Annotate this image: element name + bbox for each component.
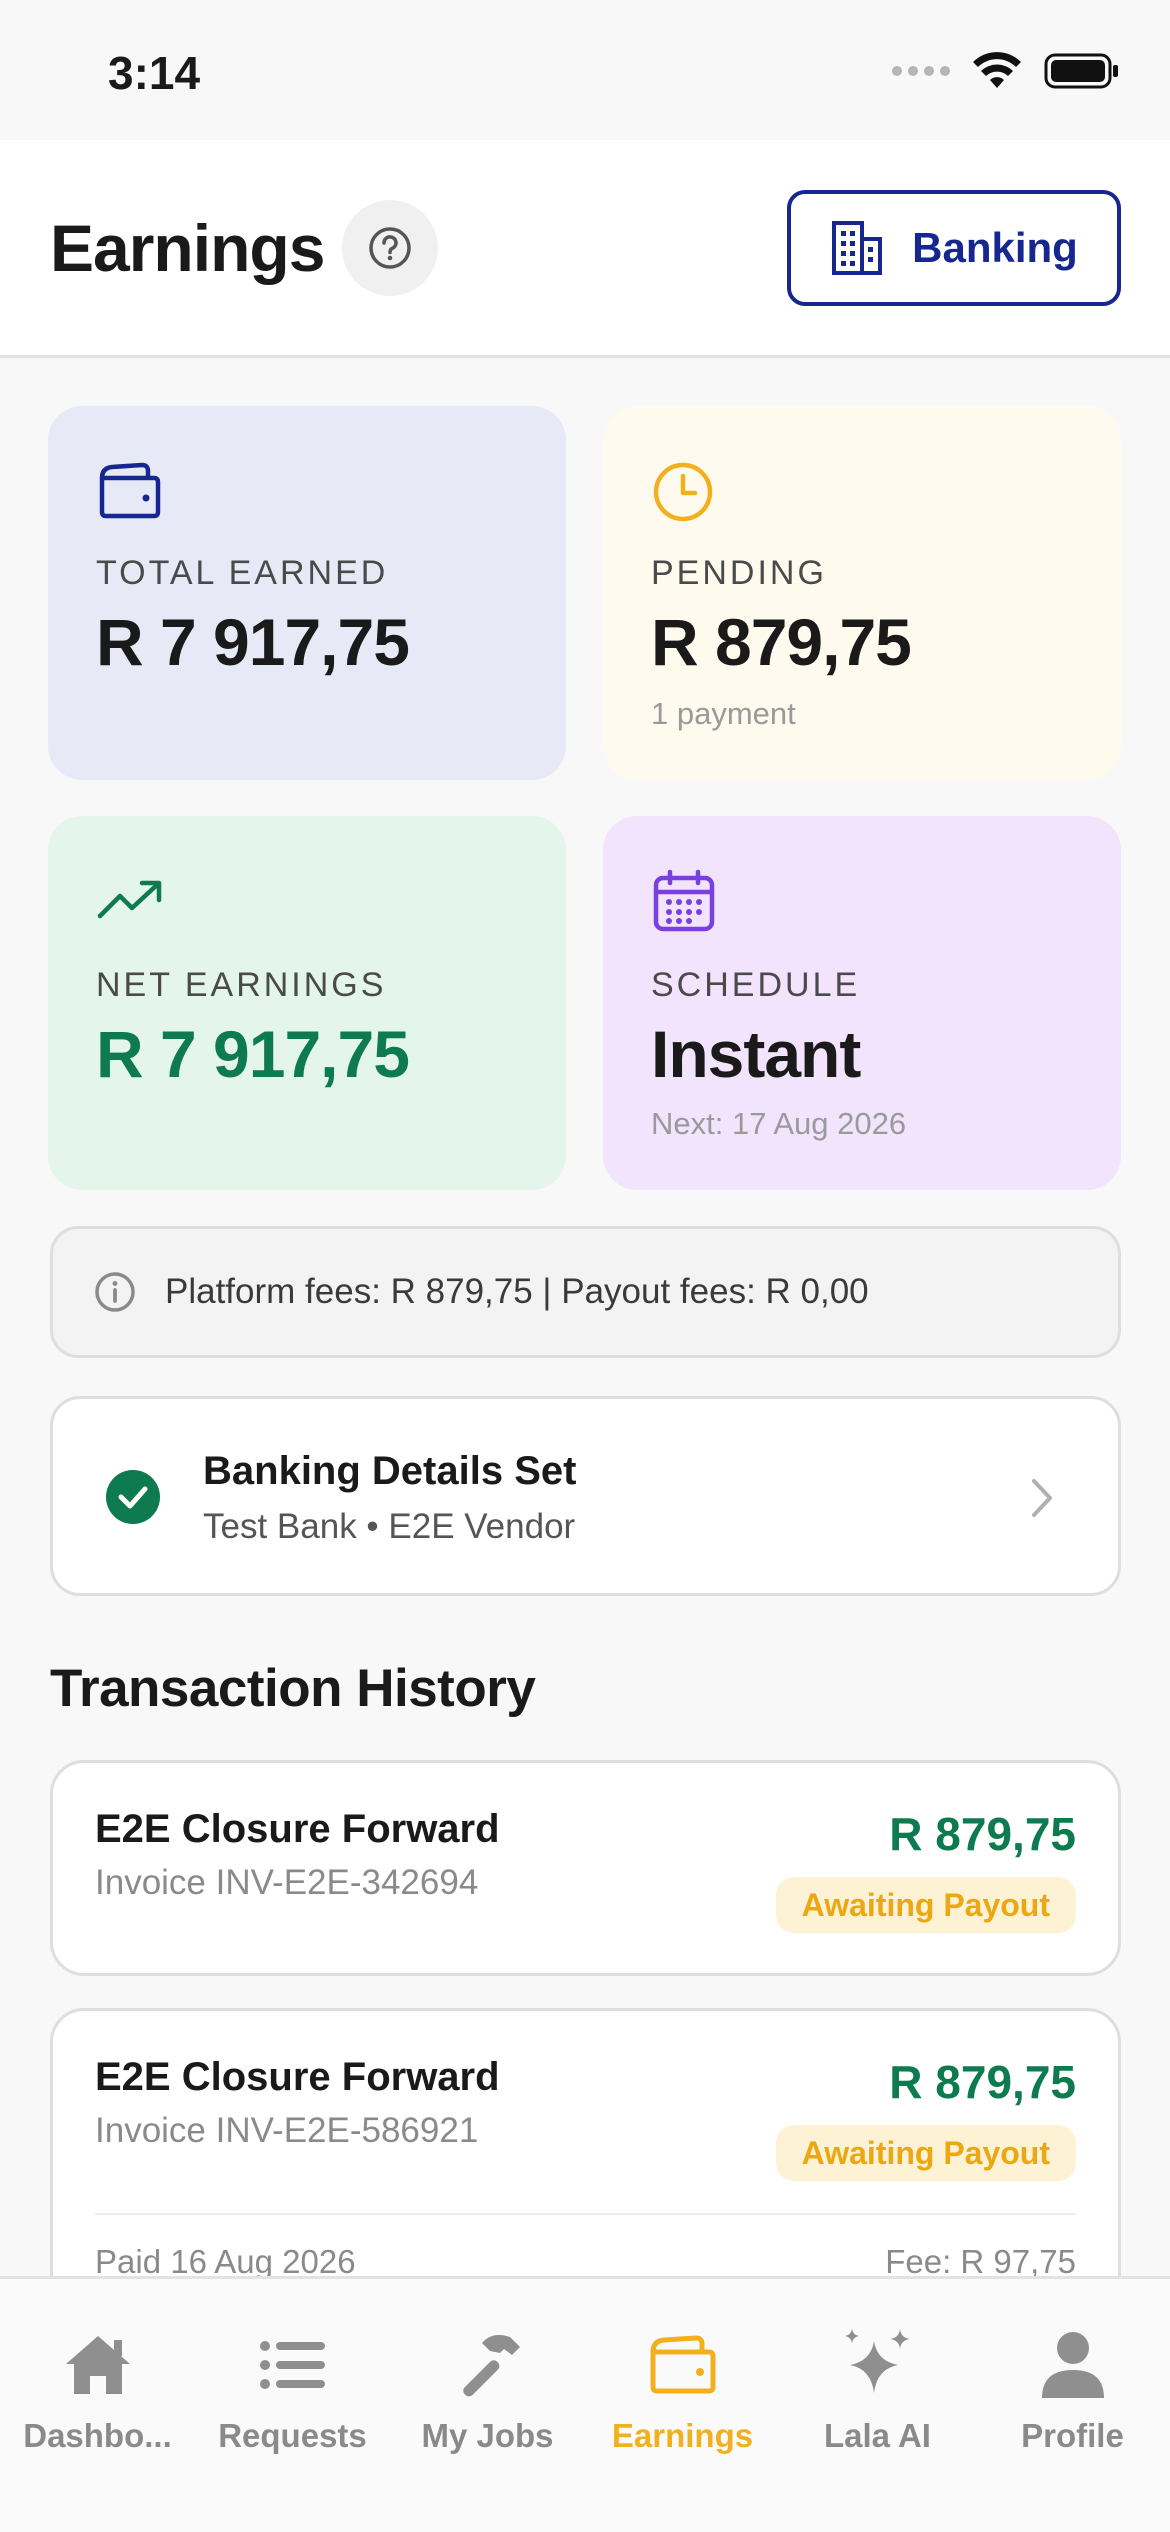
wallet-icon — [650, 2335, 715, 2394]
transaction-status-badge: Awaiting Payout — [775, 2125, 1076, 2181]
person-icon — [1041, 2332, 1104, 2398]
transaction-item[interactable]: E2E Closure Forward Invoice INV-E2E-5869… — [50, 2008, 1121, 2308]
transaction-divider — [95, 2213, 1076, 2215]
banking-button-label: Banking — [912, 224, 1078, 271]
calendar-icon — [653, 869, 715, 932]
battery-icon — [1044, 53, 1118, 89]
fees-info-text: Platform fees: R 879,75 | Payout fees: R… — [165, 1272, 869, 1311]
schedule-label: SCHEDULE — [651, 966, 861, 1004]
tab-lala-ai[interactable]: Lala AI — [780, 2279, 975, 2459]
total-earned-card: TOTAL EARNED R 7 917,75 — [48, 406, 566, 780]
tab-profile[interactable]: Profile — [975, 2279, 1170, 2459]
tab-requests[interactable]: Requests — [195, 2279, 390, 2459]
sparkles-icon — [844, 2329, 910, 2393]
transaction-invoice: Invoice INV-E2E-586921 — [95, 2111, 479, 2150]
net-earnings-label: NET EARNINGS — [96, 966, 387, 1004]
transaction-invoice: Invoice INV-E2E-342694 — [95, 1863, 479, 1902]
transaction-title: E2E Closure Forward — [95, 2055, 500, 2099]
help-button[interactable] — [342, 200, 438, 296]
transaction-amount: R 879,75 — [889, 1808, 1076, 1860]
tab-earnings-label: Earnings — [611, 2417, 754, 2454]
net-earnings-value: R 7 917,75 — [96, 1017, 410, 1091]
banking-details-title: Banking Details Set — [203, 1449, 577, 1493]
tab-earnings[interactable]: Earnings — [585, 2279, 780, 2459]
page-header: Earnings Banking — [0, 140, 1170, 358]
tab-dashboard-label: Dashbo... — [23, 2417, 172, 2454]
home-icon — [65, 2336, 130, 2394]
wifi-icon — [973, 52, 1021, 88]
transaction-status-badge: Awaiting Payout — [775, 1877, 1076, 1933]
pending-count: 1 payment — [651, 696, 796, 731]
tab-profile-label: Profile — [1021, 2417, 1124, 2454]
schedule-value: Instant — [651, 1017, 861, 1091]
pending-value: R 879,75 — [651, 605, 912, 679]
schedule-next-date: Next: 17 Aug 2026 — [651, 1106, 907, 1141]
pending-card: PENDING R 879,75 1 payment — [603, 406, 1121, 780]
tab-my-jobs-label: My Jobs — [421, 2417, 554, 2454]
trending-up-icon — [97, 880, 162, 919]
tab-my-jobs[interactable]: My Jobs — [390, 2279, 585, 2459]
total-earned-label: TOTAL EARNED — [96, 554, 389, 592]
info-icon — [95, 1272, 135, 1312]
bottom-tab-bar: Dashbo... Requests My Jobs Earnings Lala… — [0, 2276, 1170, 2532]
cellular-signal-icon — [892, 66, 950, 76]
transaction-item[interactable]: E2E Closure Forward Invoice INV-E2E-3426… — [50, 1760, 1121, 1976]
check-circle-icon — [106, 1470, 160, 1524]
pending-label: PENDING — [651, 554, 827, 592]
transaction-title: E2E Closure Forward — [95, 1807, 500, 1851]
hammer-icon — [462, 2335, 520, 2397]
page-title: Earnings — [50, 211, 325, 285]
schedule-card: SCHEDULE Instant Next: 17 Aug 2026 — [603, 816, 1121, 1190]
wallet-icon — [99, 462, 161, 519]
status-icons — [892, 52, 1120, 90]
question-circle-icon — [369, 227, 411, 269]
total-earned-value: R 7 917,75 — [96, 605, 410, 679]
tab-requests-label: Requests — [218, 2417, 367, 2454]
banking-button[interactable]: Banking — [787, 190, 1121, 306]
tab-dashboard[interactable]: Dashbo... — [0, 2279, 195, 2459]
transaction-history-title: Transaction History — [50, 1659, 536, 1718]
tab-lala-ai-label: Lala AI — [824, 2417, 931, 2454]
status-bar: 3:14 — [0, 0, 1170, 140]
fees-info-bar: Platform fees: R 879,75 | Payout fees: R… — [50, 1226, 1121, 1358]
status-time: 3:14 — [108, 47, 201, 99]
transaction-amount: R 879,75 — [889, 2056, 1076, 2108]
banking-details-row[interactable]: Banking Details Set Test Bank • E2E Vend… — [50, 1396, 1121, 1596]
chevron-right-icon — [1032, 1479, 1052, 1517]
list-icon — [259, 2341, 325, 2389]
net-earnings-card: NET EARNINGS R 7 917,75 — [48, 816, 566, 1190]
clock-icon — [653, 462, 713, 522]
building-icon — [832, 221, 883, 275]
banking-details-subtitle: Test Bank • E2E Vendor — [203, 1507, 576, 1546]
